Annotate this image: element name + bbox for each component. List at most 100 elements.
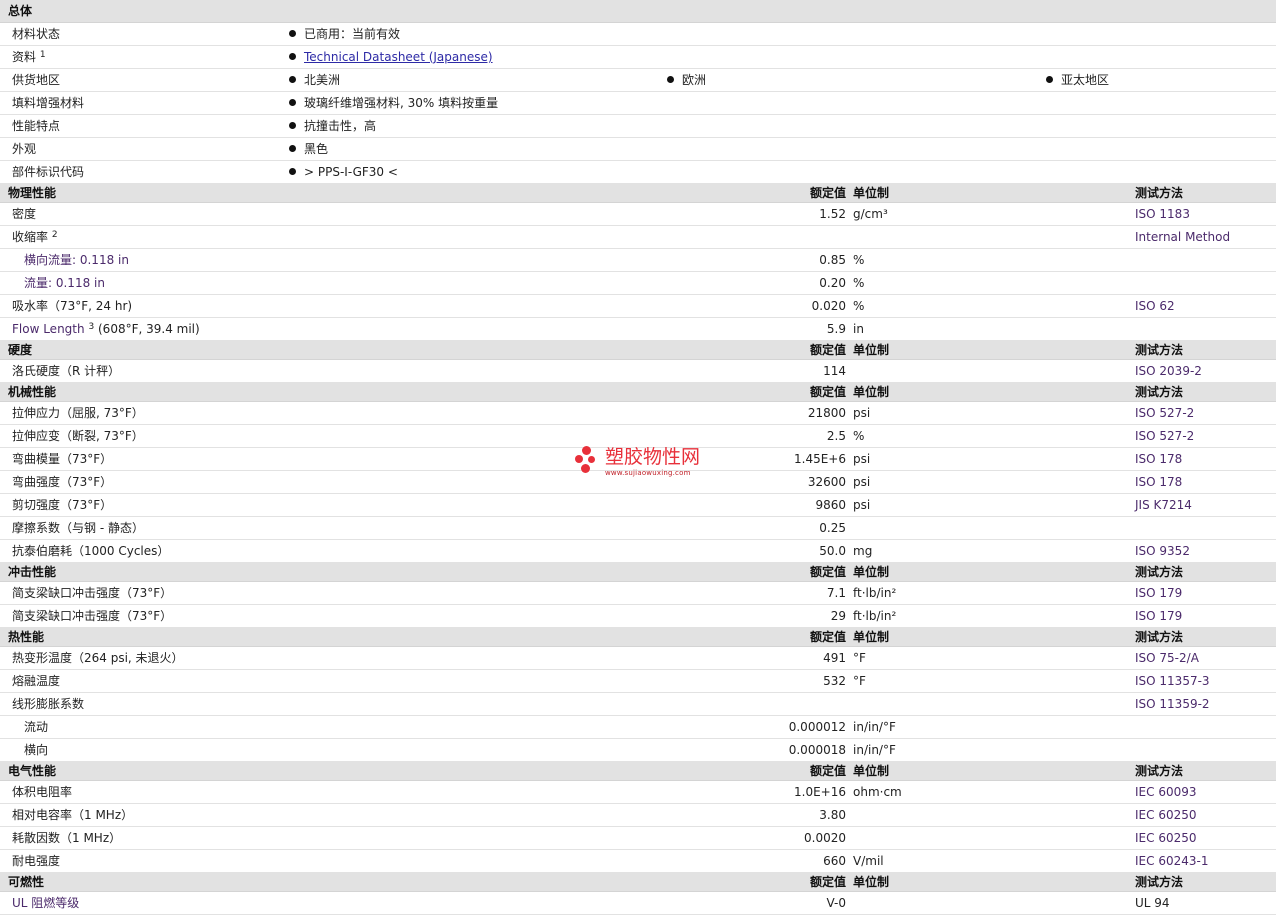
property-unit: °F — [853, 651, 866, 665]
bullet-icon — [289, 30, 296, 37]
section-title: 可燃性 — [8, 875, 45, 889]
property-test: ISO 9352 — [1135, 544, 1190, 558]
property-name: 流动 — [24, 720, 49, 734]
property-value: 1.0E+16 — [794, 785, 846, 799]
table-row: 耗散因数（1 MHz） 0.0020 IEC 60250 — [0, 827, 1276, 850]
property-name: 密度 — [12, 207, 37, 221]
property-value: 491 — [823, 651, 846, 665]
row-appearance: 外观 黑色 — [0, 138, 1276, 161]
property-unit: in — [853, 322, 864, 336]
row-value: Technical Datasheet (Japanese) — [289, 46, 493, 68]
property-unit: psi — [853, 498, 871, 512]
property-unit: g/cm³ — [853, 207, 888, 221]
property-unit: V/mil — [853, 854, 884, 868]
property-value: 32600 — [807, 475, 846, 489]
watermark: 塑胶物性网 www.sujiaowuxing.com — [575, 444, 715, 480]
property-name: 熔融温度 — [12, 674, 61, 688]
property-test: ISO 62 — [1135, 299, 1175, 313]
section-title: 机械性能 — [8, 385, 57, 399]
row-material-status: 材料状态 已商用：当前有效 — [0, 23, 1276, 46]
property-test: ISO 527-2 — [1135, 406, 1195, 420]
table-row: 拉伸应力（屈服, 73°F） 21800 psi ISO 527-2 — [0, 402, 1276, 425]
property-test: IEC 60250 — [1135, 808, 1197, 822]
column-header-value: 额定值 — [809, 186, 846, 200]
property-unit: °F — [853, 674, 866, 688]
bullet-icon — [667, 76, 674, 83]
property-unit: % — [853, 299, 865, 313]
table-row: 简支梁缺口冲击强度（73°F） 29 ft·lb/in² ISO 179 — [0, 605, 1276, 628]
property-name: 热变形温度（264 psi, 未退火） — [12, 651, 184, 665]
property-name: 拉伸应变（断裂, 73°F） — [12, 429, 144, 443]
row-label: 性能特点 — [12, 119, 61, 133]
row-value: > PPS-I-GF30 < — [289, 161, 398, 183]
table-row: 流动 0.000012 in/in/°F — [0, 716, 1276, 739]
table-row: 耐电强度 660 V/mil IEC 60243-1 — [0, 850, 1276, 873]
dots-logo-icon — [575, 446, 601, 474]
row-filler: 填料增强材料 玻璃纤维增强材料, 30% 填料按重量 — [0, 92, 1276, 115]
section-title: 热性能 — [8, 630, 45, 644]
property-value: 0.85 — [819, 253, 846, 267]
section-flammability: 可燃性 额定值 单位制 测试方法 — [0, 873, 1276, 892]
property-value: 0.20 — [819, 276, 846, 290]
region-value: 北美洲 — [289, 69, 340, 91]
table-row: 横向 0.000018 in/in/°F — [0, 739, 1276, 762]
property-test: UL 94 — [1135, 896, 1170, 910]
property-test: ISO 179 — [1135, 586, 1183, 600]
section-title: 电气性能 — [8, 764, 57, 778]
property-name: 吸水率（73°F, 24 hr) — [12, 299, 133, 313]
property-test: ISO 179 — [1135, 609, 1183, 623]
column-header-test: 测试方法 — [1135, 343, 1184, 357]
row-features: 性能特点 抗撞击性，高 — [0, 115, 1276, 138]
column-header-value: 额定值 — [809, 343, 846, 357]
section-thermal: 热性能 额定值 单位制 测试方法 — [0, 628, 1276, 647]
watermark-title: 塑胶物性网 — [605, 446, 701, 468]
property-unit: ohm·cm — [853, 785, 902, 799]
property-name: 相对电容率（1 MHz） — [12, 808, 134, 822]
property-name: 弯曲强度（73°F） — [12, 475, 113, 489]
row-label: 外观 — [12, 142, 37, 156]
column-header-test: 测试方法 — [1135, 630, 1184, 644]
column-header-unit: 单位制 — [853, 565, 890, 579]
property-unit: psi — [853, 406, 871, 420]
table-row: Flow Length 3 (608°F, 39.4 mil) 5.9 in — [0, 318, 1276, 341]
section-title: 物理性能 — [8, 186, 57, 200]
property-value: 29 — [830, 609, 846, 623]
property-test: ISO 11357-3 — [1135, 674, 1210, 688]
row-label: 材料状态 — [12, 27, 61, 41]
column-header-unit: 单位制 — [853, 875, 890, 889]
bullet-icon — [289, 76, 296, 83]
property-value: 0.000018 — [788, 743, 846, 757]
row-value: 已商用：当前有效 — [289, 23, 400, 45]
property-test: JIS K7214 — [1135, 498, 1192, 512]
row-supply-regions: 供货地区 北美洲 欧洲 亚太地区 — [0, 69, 1276, 92]
column-header-value: 额定值 — [809, 764, 846, 778]
property-test: ISO 11359-2 — [1135, 697, 1210, 711]
region-value: 欧洲 — [667, 69, 706, 91]
property-value: 1.45E+6 — [794, 452, 846, 466]
property-test: ISO 75-2/A — [1135, 651, 1199, 665]
property-unit: ft·lb/in² — [853, 586, 897, 600]
property-value: 9860 — [815, 498, 846, 512]
section-impact: 冲击性能 额定值 单位制 测试方法 — [0, 563, 1276, 582]
row-label: 供货地区 — [12, 73, 61, 87]
property-value: 660 — [823, 854, 846, 868]
section-general: 总体 — [0, 0, 1276, 23]
table-row: 吸水率（73°F, 24 hr) 0.020 % ISO 62 — [0, 295, 1276, 318]
table-row: 横向流量: 0.118 in 0.85 % — [0, 249, 1276, 272]
table-row: 剪切强度（73°F） 9860 psi JIS K7214 — [0, 494, 1276, 517]
table-row: 简支梁缺口冲击强度（73°F） 7.1 ft·lb/in² ISO 179 — [0, 582, 1276, 605]
section-title: 冲击性能 — [8, 565, 57, 579]
section-title: 硬度 — [8, 343, 33, 357]
property-value: 50.0 — [819, 544, 846, 558]
property-unit: psi — [853, 452, 871, 466]
table-row: 热变形温度（264 psi, 未退火） 491 °F ISO 75-2/A — [0, 647, 1276, 670]
property-unit: % — [853, 429, 865, 443]
property-unit: % — [853, 253, 865, 267]
table-row: 体积电阻率 1.0E+16 ohm·cm IEC 60093 — [0, 781, 1276, 804]
technical-datasheet-link[interactable]: Technical Datasheet (Japanese) — [304, 50, 493, 64]
property-name: 体积电阻率 — [12, 785, 73, 799]
bullet-icon — [289, 99, 296, 106]
table-row: 密度 1.52 g/cm³ ISO 1183 — [0, 203, 1276, 226]
column-header-value: 额定值 — [809, 630, 846, 644]
property-name: 摩擦系数（与钢 - 静态） — [12, 521, 144, 535]
